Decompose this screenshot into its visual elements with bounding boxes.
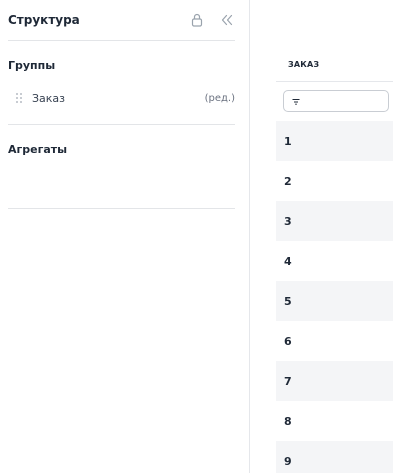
table-cell: 2 [284,174,292,188]
table-cell: 9 [284,454,292,468]
groups-section-title: Группы [8,59,56,72]
drag-handle-icon[interactable] [14,92,24,104]
table-row[interactable]: 3 [276,201,393,241]
table-cell: 5 [284,294,292,308]
app-root: Структура Группы Заказ (ред.) Агрегаты З… [0,0,393,473]
table-row[interactable]: 9 [276,441,393,473]
table-row[interactable]: 7 [276,361,393,401]
data-table: ЗАКАЗ 1 2 3 4 5 6 7 8 9 [276,0,393,473]
column-header-order[interactable]: ЗАКАЗ [276,48,393,82]
filter-input[interactable] [304,92,384,110]
table-row[interactable]: 2 [276,161,393,201]
aggregates-section-title: Агрегаты [8,143,68,156]
table-row[interactable]: 6 [276,321,393,361]
table-row[interactable]: 8 [276,401,393,441]
section-divider [8,124,235,125]
structure-sidebar: Структура Группы Заказ (ред.) Агрегаты [0,0,250,473]
sidebar-header: Структура [8,0,235,41]
table-row[interactable]: 1 [276,121,393,161]
group-item[interactable]: Заказ (ред.) [8,88,235,108]
filter-icon [292,98,300,105]
table-cell: 8 [284,414,292,428]
table-cell: 4 [284,254,292,268]
table-cell: 1 [284,134,292,148]
sidebar-title: Структура [8,13,80,27]
table-cell: 6 [284,334,292,348]
double-chevron-left-icon[interactable] [219,12,235,28]
group-edit-link[interactable]: (ред.) [205,93,235,104]
group-item-label: Заказ [32,91,66,105]
table-row[interactable]: 4 [276,241,393,281]
section-divider [8,208,235,209]
lock-icon[interactable] [189,12,205,28]
table-body: 1 2 3 4 5 6 7 8 9 [276,121,393,473]
column-header-label: ЗАКАЗ [288,60,320,69]
table-row[interactable]: 5 [276,281,393,321]
column-filter[interactable] [283,90,389,112]
table-cell: 7 [284,374,292,388]
table-cell: 3 [284,214,292,228]
